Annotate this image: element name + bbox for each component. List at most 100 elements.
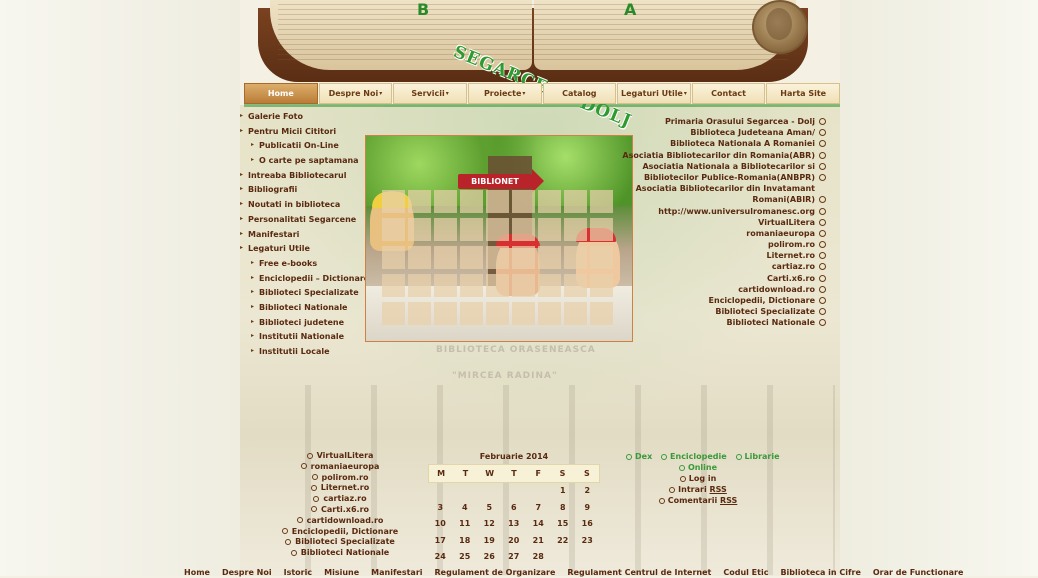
calendar-day[interactable]: 20	[502, 533, 527, 550]
bottom-link-item[interactable]: Biblioteci Nationale	[270, 548, 410, 559]
sidebar-item[interactable]: ▸ Bibliografii	[240, 183, 370, 198]
nav-item-servicii[interactable]: Servicii ▾	[393, 83, 467, 104]
external-link-item[interactable]: cartidownload.ro	[620, 284, 826, 295]
calendar-day[interactable]: 24	[428, 549, 453, 566]
nav-item-legaturi-utile[interactable]: Legaturi Utile ▾	[617, 83, 691, 104]
sidebar-subitem[interactable]: ▸ Biblioteci Specializate	[240, 286, 370, 301]
calendar-day[interactable]: 16	[575, 516, 600, 533]
footer-link[interactable]: Regulament de Organizare	[435, 567, 556, 577]
external-link-item[interactable]: Asociatia Bibliotecarilor din Romania(AB…	[620, 150, 826, 161]
sidebar-item[interactable]: ▸ Manifestari	[240, 228, 370, 243]
bottom-link-item[interactable]: VirtualLitera	[270, 451, 410, 462]
sidebar-item[interactable]: ▸ Personalitati Segarcene	[240, 213, 370, 228]
external-link-item[interactable]: romaniaeuropa	[620, 228, 826, 239]
sidebar-item[interactable]: ▸ Galerie Foto	[240, 110, 370, 125]
external-link-item[interactable]: Biblioteci Specializate	[620, 306, 826, 317]
bottom-link-item[interactable]: Enciclopedii, Dictionare	[270, 527, 410, 538]
footer-link[interactable]: Misiune	[324, 567, 359, 577]
link-entries-rss[interactable]: Intrari RSS	[678, 485, 727, 494]
footer-link[interactable]: Istoric	[284, 567, 313, 577]
external-link-item[interactable]: Asociatia Nationala a Bibliotecarilor si	[620, 161, 826, 172]
external-link-item[interactable]: Biblioteca Nationala A Romaniei	[620, 138, 826, 149]
calendar-day[interactable]: 18	[453, 533, 478, 550]
calendar-day[interactable]: 7	[526, 500, 551, 517]
footer-link[interactable]: Regulament Centrul de Internet	[567, 567, 711, 577]
sidebar-subitem[interactable]: ▸ O carte pe saptamana	[240, 154, 370, 169]
link-online[interactable]: Online	[688, 463, 717, 472]
link-comments-rss[interactable]: Comentarii RSS	[668, 496, 738, 505]
footer-link[interactable]: Manifestari	[371, 567, 422, 577]
footer-link[interactable]: Biblioteca in Cifre	[780, 567, 860, 577]
bottom-link-item[interactable]: Carti.x6.ro	[270, 505, 410, 516]
calendar-day[interactable]: 11	[453, 516, 478, 533]
nav-item-home[interactable]: Home	[244, 83, 318, 104]
sidebar-subitem[interactable]: ▸ Institutii Locale	[240, 345, 370, 360]
external-link-item[interactable]: Carti.x6.ro	[620, 273, 826, 284]
featured-photo[interactable]: BIBLIONET	[365, 135, 633, 342]
footer-link[interactable]: Codul Etic	[723, 567, 768, 577]
calendar-day[interactable]: 4	[453, 500, 478, 517]
external-link-item[interactable]: Bibliotecilor Publice-Romania(ANBPR)	[620, 172, 826, 183]
link-librarie[interactable]: Librarie	[745, 452, 780, 461]
nav-item-proiecte[interactable]: Proiecte ▾	[467, 83, 542, 104]
external-link-item[interactable]: Primaria Orasului Segarcea - Dolj	[620, 116, 826, 127]
calendar-day[interactable]: 5	[477, 500, 502, 517]
link-enciclopedie[interactable]: Enciclopedie	[670, 452, 727, 461]
sidebar-item[interactable]: ▸ Pentru Micii Cititori	[240, 125, 370, 140]
calendar-day[interactable]: 27	[502, 549, 527, 566]
calendar-day[interactable]: 14	[526, 516, 551, 533]
external-link-item[interactable]: cartiaz.ro	[620, 261, 826, 272]
calendar-day[interactable]: 2	[575, 483, 600, 500]
sidebar-subitem[interactable]: ▸ Biblioteci judetene	[240, 316, 370, 331]
sidebar-subitem[interactable]: ▸ Biblioteci Nationale	[240, 301, 370, 316]
nav-item-despre-noi[interactable]: Despre Noi ▾	[318, 83, 393, 104]
calendar-day[interactable]: 13	[502, 516, 527, 533]
calendar-day[interactable]: 22	[551, 533, 576, 550]
calendar-day[interactable]: 19	[477, 533, 502, 550]
link-login[interactable]: Log in	[689, 474, 717, 483]
footer-link[interactable]: Home	[184, 567, 210, 577]
calendar-day[interactable]: 15	[551, 516, 576, 533]
calendar-day[interactable]: 28	[526, 549, 551, 566]
external-link-item[interactable]: Enciclopedii, Dictionare	[620, 295, 826, 306]
calendar-day[interactable]: 21	[526, 533, 551, 550]
external-link-item[interactable]: Biblioteca Judeteana Aman/	[620, 127, 826, 138]
bottom-link-item[interactable]: cartiaz.ro	[270, 494, 410, 505]
calendar-day[interactable]: 6	[502, 500, 527, 517]
external-link-item[interactable]: Asociatia Bibliotecarilor din Invatamant	[620, 183, 826, 194]
sidebar-item[interactable]: ▸ Intreaba Bibliotecarul	[240, 169, 370, 184]
bottom-link-item[interactable]: polirom.ro	[270, 473, 410, 484]
external-link-item[interactable]: http://www.universulromanesc.org	[620, 206, 826, 217]
external-link-item[interactable]: Biblioteci Nationale	[620, 317, 826, 328]
calendar-day[interactable]: 8	[551, 500, 576, 517]
external-link-item[interactable]: Liternet.ro	[620, 250, 826, 261]
bottom-link-item[interactable]: romaniaeuropa	[270, 462, 410, 473]
calendar-day[interactable]: 3	[428, 500, 453, 517]
calendar-day[interactable]: 9	[575, 500, 600, 517]
nav-item-contact[interactable]: Contact	[691, 83, 766, 104]
sidebar-subitem[interactable]: ▸ Publicatii On-Line	[240, 139, 370, 154]
external-link-item[interactable]: polirom.ro	[620, 239, 826, 250]
external-link-item[interactable]: Romani(ABIR)	[620, 194, 826, 205]
sidebar-item[interactable]: ▸ Noutati in biblioteca	[240, 198, 370, 213]
bottom-link-item[interactable]: cartidownload.ro	[270, 516, 410, 527]
nav-item-harta-site[interactable]: Harta Site	[766, 83, 840, 104]
calendar-day[interactable]: 1	[551, 483, 576, 500]
calendar-day[interactable]: 23	[575, 533, 600, 550]
calendar-day[interactable]: 10	[428, 516, 453, 533]
sidebar-item[interactable]: ▸ Legaturi Utile	[240, 242, 370, 257]
nav-item-catalog[interactable]: Catalog	[542, 83, 617, 104]
footer-link[interactable]: Despre Noi	[222, 567, 272, 577]
calendar-day[interactable]: 17	[428, 533, 453, 550]
sidebar-subitem[interactable]: ▸ Enciclopedii – Dictionare	[240, 272, 370, 287]
footer-link[interactable]: Orar de Functionare	[873, 567, 964, 577]
calendar-day[interactable]: 12	[477, 516, 502, 533]
sidebar-subitem[interactable]: ▸ Institutii Nationale	[240, 330, 370, 345]
calendar-day[interactable]: 26	[477, 549, 502, 566]
bottom-link-item[interactable]: Liternet.ro	[270, 483, 410, 494]
sidebar-subitem[interactable]: ▸ Free e-books	[240, 257, 370, 272]
bottom-link-item[interactable]: Biblioteci Specializate	[270, 537, 410, 548]
calendar-day[interactable]: 25	[453, 549, 478, 566]
external-link-item[interactable]: VirtualLitera	[620, 217, 826, 228]
link-dex[interactable]: Dex	[635, 452, 652, 461]
